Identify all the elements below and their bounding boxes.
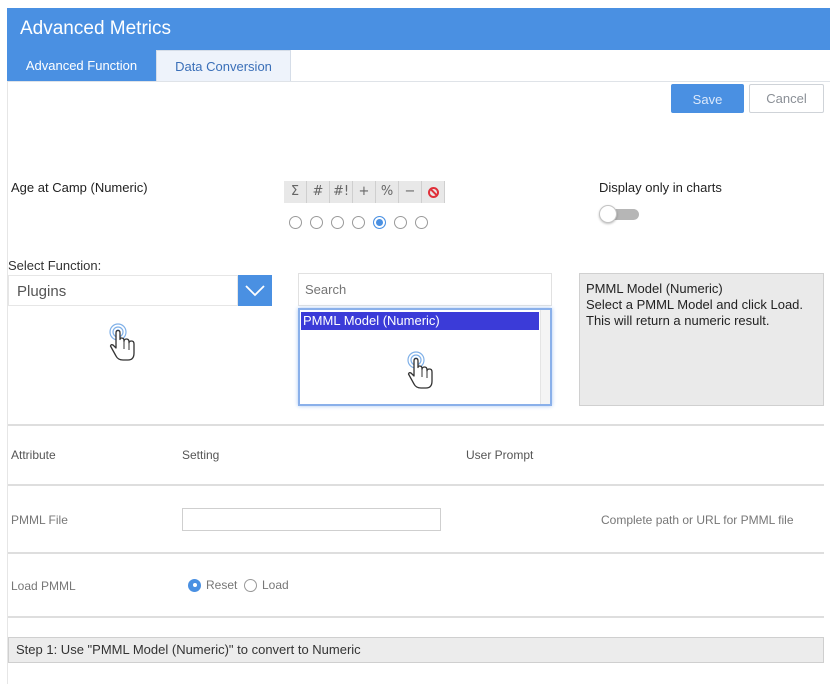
hand-pointer-icon	[109, 323, 135, 361]
tab-advanced-function[interactable]: Advanced Function	[7, 50, 156, 81]
panel-border	[7, 82, 8, 684]
cancel-button[interactable]: Cancel	[749, 84, 824, 113]
function-select-value: Plugins	[17, 283, 67, 300]
display-only-charts-toggle[interactable]	[599, 205, 641, 223]
format-radio-2[interactable]	[310, 216, 323, 229]
column-header-attribute: Attribute	[11, 448, 56, 462]
function-description-box: PMML Model (Numeric) Select a PMML Model…	[579, 273, 824, 406]
load-radio-option[interactable]: Load	[244, 578, 289, 592]
divider	[8, 424, 824, 426]
format-radio-4[interactable]	[352, 216, 365, 229]
format-radio-7[interactable]	[415, 216, 428, 229]
reset-radio[interactable]	[188, 578, 201, 592]
reset-radio-label: Reset	[206, 578, 238, 592]
format-radio-group	[289, 216, 428, 229]
save-button[interactable]: Save	[671, 84, 744, 113]
listbox-scrollbar[interactable]	[540, 310, 550, 404]
function-description-title: PMML Model (Numeric)	[586, 281, 723, 296]
sum-format-button[interactable]: Σ	[284, 181, 307, 203]
divider	[8, 484, 824, 486]
title-bar: Advanced Metrics	[7, 8, 830, 50]
load-radio-label: Load	[262, 578, 289, 592]
select-function-label: Select Function:	[8, 258, 102, 273]
tab-divider	[7, 81, 830, 82]
function-select[interactable]: Plugins	[8, 275, 238, 306]
format-radio-6[interactable]	[394, 216, 407, 229]
load-radio[interactable]	[244, 578, 257, 592]
divider	[8, 552, 824, 554]
display-only-charts-label: Display only in charts	[599, 180, 722, 195]
minus-format-button[interactable]: −	[399, 181, 422, 203]
percent-format-button[interactable]: %	[376, 181, 399, 203]
format-radio-5[interactable]	[373, 216, 386, 229]
function-select-dropdown-button[interactable]	[238, 275, 272, 306]
page-title: Advanced Metrics	[20, 18, 172, 39]
step-message: Step 1: Use "PMML Model (Numeric)" to co…	[8, 637, 824, 663]
column-header-setting: Setting	[182, 448, 220, 462]
divider	[8, 616, 824, 618]
pmml-file-label: PMML File	[11, 513, 68, 527]
format-radio-3[interactable]	[331, 216, 344, 229]
number-bang-format-button[interactable]: #!	[330, 181, 353, 203]
chevron-down-icon	[245, 285, 265, 297]
function-description-text: Select a PMML Model and click Load. This…	[586, 297, 804, 328]
clear-format-button[interactable]	[422, 181, 445, 203]
load-pmml-label: Load PMML	[11, 579, 76, 593]
plus-format-button[interactable]: +	[353, 181, 376, 203]
field-name: Age at Camp (Numeric)	[11, 180, 148, 195]
function-list-item-selected[interactable]: PMML Model (Numeric)	[301, 312, 539, 330]
no-entry-icon	[427, 186, 439, 198]
reset-radio-option[interactable]: Reset	[188, 578, 237, 592]
format-radio-1[interactable]	[289, 216, 302, 229]
column-header-user-prompt: User Prompt	[466, 448, 534, 462]
number-format-button[interactable]: #	[307, 181, 330, 203]
pmml-file-hint: Complete path or URL for PMML file	[601, 513, 794, 527]
format-toolbar: Σ # #! + % −	[284, 181, 445, 203]
function-search-input[interactable]	[298, 273, 552, 306]
pmml-file-input[interactable]	[182, 508, 441, 531]
tab-data-conversion[interactable]: Data Conversion	[156, 50, 291, 81]
hand-pointer-icon	[407, 351, 433, 389]
toggle-knob	[599, 205, 617, 223]
